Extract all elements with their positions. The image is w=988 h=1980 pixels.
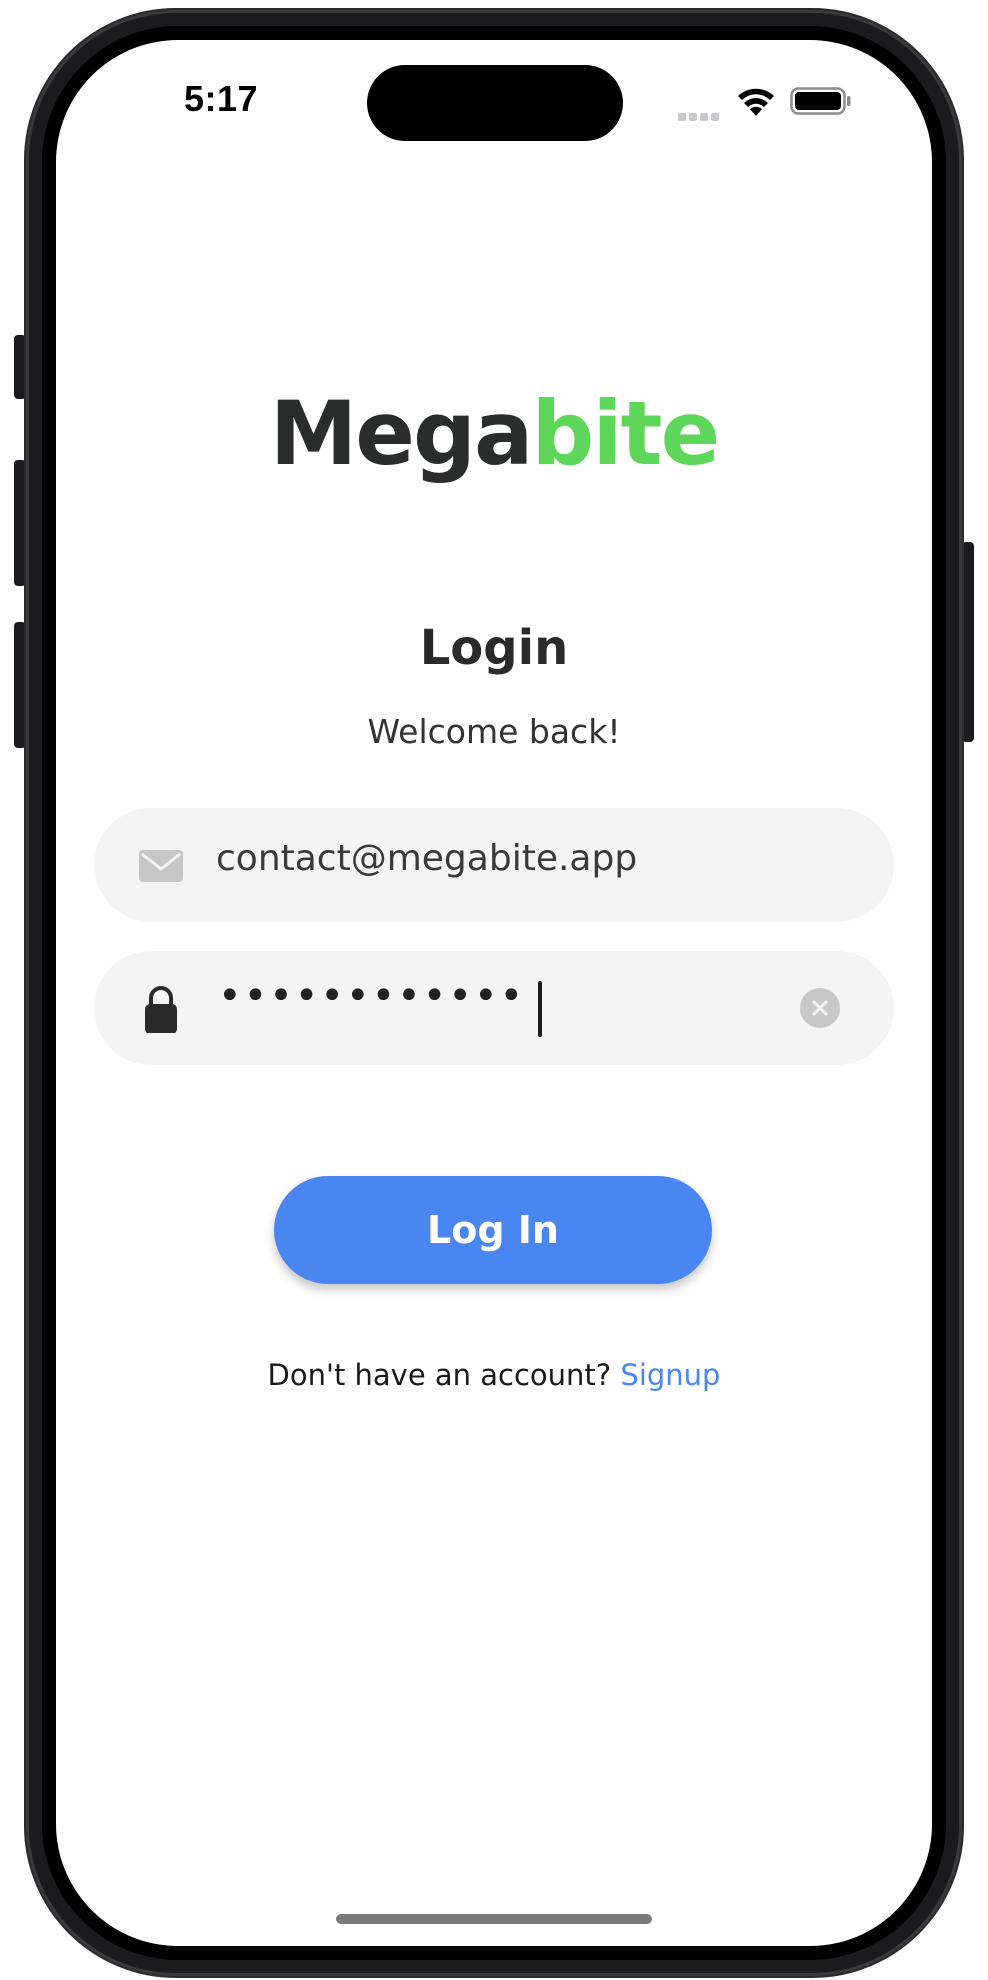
wifi-icon <box>738 88 774 116</box>
power-button <box>962 542 974 742</box>
login-button[interactable]: Log In <box>274 1176 712 1284</box>
volume-down-button <box>14 622 26 748</box>
envelope-icon <box>139 850 183 882</box>
clear-password-button[interactable] <box>800 988 840 1028</box>
signup-prompt-text: Don't have an account? <box>267 1358 612 1392</box>
brand-logo: Megabite <box>56 390 932 478</box>
signup-prompt: Don't have an account? Signup <box>56 1358 932 1392</box>
email-input[interactable]: contact@megabite.app <box>216 838 637 879</box>
signup-link[interactable]: Signup <box>620 1358 720 1392</box>
lock-icon <box>145 986 177 1033</box>
logo-text-bite: bite <box>531 382 720 485</box>
password-field[interactable]: •••••••••••• <box>94 951 894 1065</box>
action-button <box>14 335 26 399</box>
logo-text-mega: Mega <box>269 382 534 485</box>
app-screen: 5:17 Megabite Login Welcome back! contac… <box>56 40 932 1946</box>
status-time: 5:17 <box>184 78 259 119</box>
cellular-signal-icon <box>678 106 724 121</box>
device-stage: 5:17 Megabite Login Welcome back! contac… <box>0 0 988 1980</box>
password-input[interactable]: •••••••••••• <box>218 973 525 1019</box>
page-subtitle: Welcome back! <box>367 712 621 751</box>
home-indicator[interactable] <box>336 1914 652 1924</box>
battery-icon <box>790 87 851 115</box>
email-field[interactable]: contact@megabite.app <box>94 808 894 922</box>
clear-circle-icon <box>812 1000 828 1016</box>
page-title: Login <box>419 620 569 676</box>
text-cursor <box>538 981 542 1037</box>
dynamic-island <box>367 65 623 141</box>
volume-up-button <box>14 460 26 586</box>
